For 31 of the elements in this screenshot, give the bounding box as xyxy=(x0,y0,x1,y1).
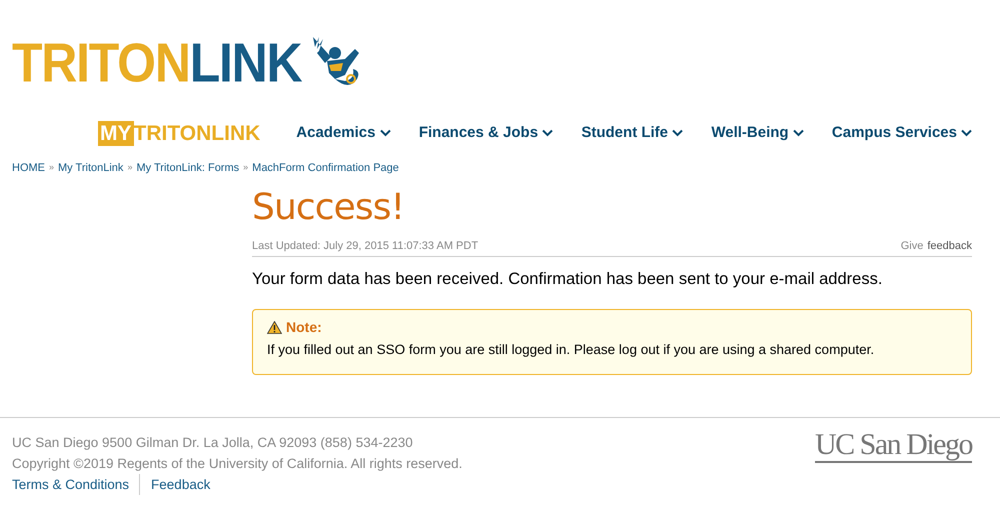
nav-menu-item[interactable]: Well-Being xyxy=(711,122,804,144)
give-text: Give xyxy=(900,239,924,254)
chevron-down-icon xyxy=(961,129,972,137)
chevron-down-icon xyxy=(542,129,554,137)
footer-link[interactable]: Feedback xyxy=(139,474,210,496)
footer-copyright: Copyright ©2019 Regents of the University of California. All rights reserved. xyxy=(12,455,462,474)
feedback-link[interactable]: feedback xyxy=(927,238,972,254)
uc-san-diego-logo[interactable]: UC San Diego xyxy=(815,430,972,464)
last-updated-text: Last Updated: July 29, 2015 11:07:33 AM PDT xyxy=(252,239,478,254)
breadcrumb-link[interactable]: My TritonLink: Forms xyxy=(136,160,240,176)
breadcrumb-link[interactable]: HOME xyxy=(12,160,45,176)
site-logo[interactable]: TRITONLINK xyxy=(12,35,302,90)
breadcrumb-separator: » xyxy=(127,161,132,174)
chevron-down-icon xyxy=(672,129,684,137)
nav-menu-item[interactable]: Student Life xyxy=(581,122,684,144)
nav-menu-item[interactable]: Finances & Jobs xyxy=(418,122,554,144)
footer-address: UC San Diego 9500 Gilman Dr. La Jolla, CA 92093 (858) 534-2230 xyxy=(12,434,414,452)
footer-link[interactable]: Terms & Conditions xyxy=(12,474,130,496)
warning-icon xyxy=(267,321,282,334)
chevron-down-icon xyxy=(380,129,390,137)
chevron-down-icon xyxy=(792,129,804,137)
note-text: If you filled out an SSO form you are still logged in. Please log out if you are using a shared computer. xyxy=(267,341,876,360)
breadcrumb-separator: » xyxy=(49,161,54,174)
page-title: Success! xyxy=(252,190,406,226)
confirmation-message: Your form data has been received. Confirmation has been sent to your e-mail address. xyxy=(252,268,884,290)
breadcrumb-separator: » xyxy=(243,161,248,174)
breadcrumb-link[interactable]: My TritonLink xyxy=(58,160,124,176)
breadcrumb-link[interactable]: MachForm Confirmation Page xyxy=(252,160,399,176)
nav-menu-item[interactable]: Campus Services xyxy=(832,122,972,144)
note-title: Note: xyxy=(286,318,322,338)
nav-menu-item[interactable]: Academics xyxy=(296,122,390,144)
